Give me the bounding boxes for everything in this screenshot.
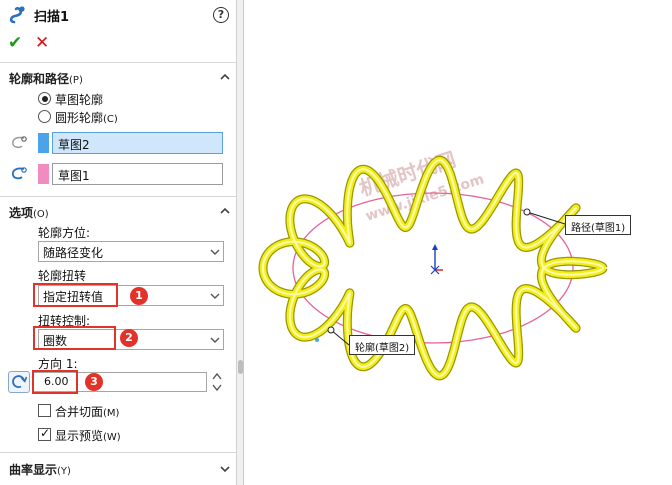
chevron-up-icon[interactable]	[219, 205, 231, 217]
radio-button[interactable]	[38, 92, 51, 105]
checkbox-label: 合并切面(M)	[55, 403, 119, 420]
twist-label: 轮廓扭转	[38, 269, 87, 283]
profile-callout-anchor	[327, 326, 335, 334]
reverse-direction-icon	[12, 375, 28, 388]
radio-label: 草图轮廓	[55, 93, 104, 107]
spin-stepper-icon[interactable]	[211, 371, 223, 393]
path-selection-icon	[11, 167, 27, 180]
divider	[0, 62, 237, 63]
section-header-profile-path[interactable]: 轮廓和路径(P)	[0, 66, 237, 88]
path-callout-label[interactable]: 路径(草图1)	[565, 215, 632, 235]
section-title-profile-path: 轮廓和路径(P)	[9, 70, 83, 87]
highlight-box-2	[33, 326, 116, 350]
reverse-direction-button[interactable]	[8, 371, 30, 393]
chevron-up-icon[interactable]	[219, 71, 231, 83]
cancel-x-icon[interactable]: ✕	[35, 33, 49, 53]
checkbox[interactable]	[38, 404, 51, 417]
radio-label-text: 圆形轮廓	[55, 111, 104, 125]
orientation-dropdown[interactable]: 随路径变化	[38, 241, 224, 262]
checkbox-hotkey: (M)	[103, 408, 120, 419]
dropdown-value: 随路径变化	[43, 246, 104, 260]
path-color-chip	[38, 164, 49, 184]
chevron-down-icon	[210, 249, 220, 255]
checkbox-label-text: 合并切面	[55, 405, 104, 419]
divider	[0, 196, 237, 197]
chevron-down-icon	[210, 337, 220, 343]
splitter-grip[interactable]	[238, 360, 243, 374]
step-badge-3: 3	[85, 373, 103, 391]
sweep-feature-icon	[9, 6, 25, 24]
section-title-text: 轮廓和路径	[9, 72, 70, 86]
path-selection-value: 草图1	[58, 169, 90, 183]
highlight-box-1	[33, 283, 118, 307]
radio-button[interactable]	[38, 110, 51, 123]
help-icon[interactable]: ?	[213, 7, 229, 23]
chevron-down-icon[interactable]	[219, 463, 231, 475]
sweep-model-canvas	[258, 155, 608, 381]
radio-label: 圆形轮廓(C)	[55, 109, 118, 126]
section-hotkey: (O)	[33, 209, 49, 220]
section-header-options[interactable]: 选项(O)	[0, 200, 237, 222]
highlight-box-3	[32, 370, 78, 394]
radio-hotkey: (C)	[103, 114, 118, 125]
section-hotkey: (P)	[69, 75, 83, 86]
confirm-check-icon[interactable]: ✔	[8, 33, 22, 53]
section-title-curvature: 曲率显示(Y)	[9, 461, 71, 478]
path-selection-box[interactable]: 草图1	[52, 163, 223, 185]
section-hotkey: (Y)	[57, 466, 71, 477]
section-title-text: 选项	[9, 206, 34, 220]
chevron-down-icon	[210, 293, 220, 299]
checkbox-hotkey: (W)	[103, 432, 121, 443]
checkbox-label: 显示预览(W)	[55, 427, 121, 444]
checkbox-label-text: 显示预览	[55, 429, 104, 443]
profile-color-chip	[38, 133, 49, 153]
divider	[0, 452, 237, 453]
property-manager-panel: 扫描1 ? ✔ ✕ 轮廓和路径(P) 草图轮廓 圆形轮廓(C) 草图2 草图1	[0, 0, 237, 485]
profile-point	[315, 338, 319, 342]
path-callout-anchor	[523, 208, 531, 216]
profile-callout-label[interactable]: 轮廓(草图2)	[349, 335, 416, 355]
checkbox[interactable]	[38, 426, 51, 441]
profile-selection-box[interactable]: 草图2	[52, 132, 223, 154]
section-title-options: 选项(O)	[9, 204, 49, 221]
profile-selection-icon	[12, 136, 27, 149]
feature-title-row: 扫描1 ?	[0, 0, 237, 30]
origin-triad-icon	[430, 244, 443, 275]
path-callout-leader	[526, 211, 566, 225]
profile-selection-value: 草图2	[58, 138, 90, 152]
step-badge-1: 1	[130, 287, 148, 305]
feature-title: 扫描1	[34, 10, 70, 25]
section-header-curvature[interactable]: 曲率显示(Y)	[0, 457, 237, 479]
panel-splitter[interactable]	[237, 0, 244, 485]
orientation-label: 轮廓方位:	[38, 226, 91, 240]
step-badge-2: 2	[120, 329, 138, 347]
section-title-text: 曲率显示	[9, 463, 58, 477]
graphics-viewport[interactable]: 机械时代网 www.jixie5.com 路径(草图1) 轮廓(草图2)	[245, 0, 672, 485]
